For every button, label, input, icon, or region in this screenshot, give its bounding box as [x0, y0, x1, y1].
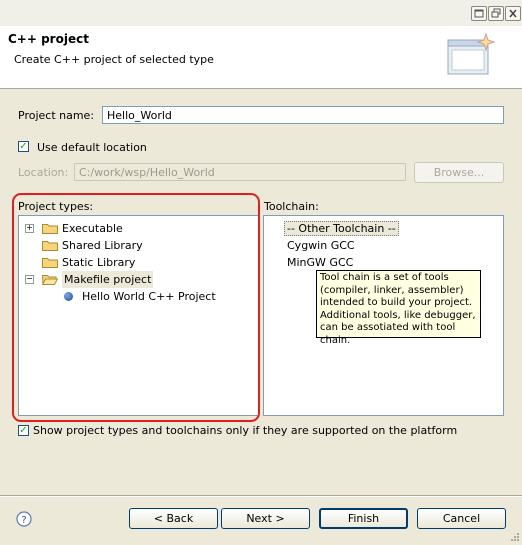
toolchain-item-other[interactable]: -- Other Toolchain --	[284, 220, 399, 237]
tooltip-line: Additional tools, like debugger,	[320, 309, 476, 321]
toolchain-label: Toolchain:	[264, 200, 319, 213]
help-icon: ?	[16, 511, 32, 527]
wizard-banner-icon	[446, 32, 496, 81]
title-bar	[0, 0, 522, 27]
toolchain-tooltip: Tool chain is a set of tools (compiler, …	[316, 270, 481, 346]
project-name-label: Project name:	[18, 109, 95, 122]
svg-text:?: ?	[21, 515, 26, 526]
project-name-input[interactable]: Hello_World	[102, 106, 504, 124]
tooltip-line: can be assotiated with tool chain.	[320, 322, 456, 346]
toolchain-item-label: -- Other Toolchain --	[284, 221, 399, 236]
restore-icon	[491, 8, 501, 18]
show-supported-only-checkbox[interactable]: ✓	[18, 425, 29, 436]
finish-button[interactable]: Finish	[319, 508, 408, 529]
highlight-annotation	[12, 193, 260, 422]
tooltip-line: Tool chain is a set of tools	[320, 272, 449, 283]
resize-grip-icon[interactable]	[508, 530, 520, 545]
close-icon	[509, 9, 517, 18]
next-button[interactable]: Next >	[221, 508, 310, 529]
page-description: Create C++ project of selected type	[14, 53, 214, 66]
show-supported-only-label: Show project types and toolchains only i…	[33, 424, 458, 437]
browse-button[interactable]: Browse...	[414, 162, 504, 183]
help-button[interactable]: ?	[16, 511, 32, 530]
use-default-location-checkbox[interactable]: ✓	[18, 141, 29, 152]
location-input[interactable]: C:/work/wsp/Hello_World	[74, 163, 406, 181]
restore-button[interactable]	[488, 6, 504, 21]
button-bar-separator	[0, 495, 522, 497]
cancel-button[interactable]: Cancel	[417, 508, 506, 529]
wizard-header: C++ project Create C++ project of select…	[0, 26, 522, 89]
page-title: C++ project	[8, 32, 89, 46]
tooltip-line: (compiler, linker, assembler)	[320, 284, 464, 296]
toolchain-item-mingw[interactable]: MinGW GCC	[287, 254, 353, 271]
back-button[interactable]: < Back	[129, 508, 218, 529]
location-label: Location:	[18, 166, 69, 179]
maximize-button[interactable]	[471, 6, 487, 21]
toolchain-item-cygwin[interactable]: Cygwin GCC	[287, 237, 355, 254]
use-default-location-label: Use default location	[37, 141, 147, 154]
tooltip-line: intended to build your project.	[320, 297, 473, 308]
maximize-icon	[474, 9, 484, 18]
close-button[interactable]	[505, 6, 521, 21]
